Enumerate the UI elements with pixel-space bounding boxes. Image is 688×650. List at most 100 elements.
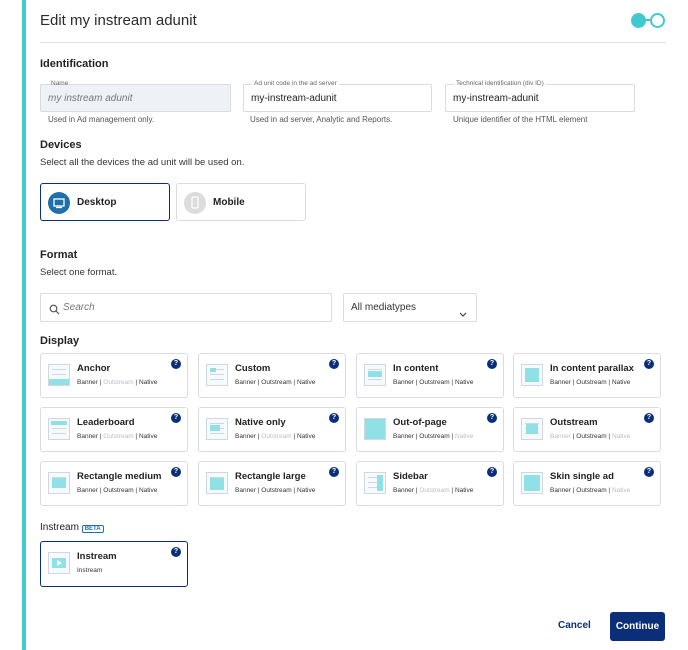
format-card-custom[interactable]: Custom Banner | Outstream | Native? <box>198 353 346 398</box>
mediatype-banner: Banner <box>550 487 571 494</box>
format-card-types: Banner | Outstream | Native <box>550 379 631 386</box>
mediatype-outstream: Outstream <box>576 487 607 494</box>
instream-heading-text: Instream <box>40 522 79 533</box>
toggle-switch[interactable] <box>631 12 667 28</box>
name-help: Used in Ad management only. <box>48 115 155 124</box>
dialog-title: Edit my instream adunit <box>40 12 197 29</box>
devices-subtitle: Select all the devices the ad unit will … <box>40 157 245 168</box>
ad-code-value: my-instream-adunit <box>251 93 337 104</box>
cancel-button[interactable]: Cancel <box>558 620 591 631</box>
instream-thumb-icon <box>48 552 70 574</box>
format-card-anchor[interactable]: Anchor Banner | Outstream | Native? <box>40 353 188 398</box>
device-mobile-button[interactable]: Mobile <box>176 183 306 221</box>
device-mobile-label: Mobile <box>213 197 245 208</box>
format-card-rectangle-medium[interactable]: Rectangle medium Banner | Outstream | Nat… <box>40 461 188 506</box>
accent-bar <box>22 0 26 650</box>
format-card-in-content-parallax[interactable]: In content parallax Banner | Outstream | … <box>513 353 661 398</box>
sidebar-thumb-icon <box>364 472 386 494</box>
continue-button[interactable]: Continue <box>610 612 665 641</box>
mediatype-outstream: Outstream <box>261 487 292 494</box>
mediatype-banner: Banner <box>393 487 414 494</box>
mediatype-banner: Banner <box>77 433 98 440</box>
format-card-name: Sidebar <box>393 471 428 482</box>
mediatype-select[interactable]: All mediatypes <box>343 293 477 322</box>
mobile-icon <box>184 192 206 214</box>
format-card-types: Banner | Outstream | Native <box>235 487 316 494</box>
format-card-types: Banner | Outstream | Native <box>235 379 316 386</box>
help-icon[interactable]: ? <box>644 467 654 477</box>
format-card-rectangle-large[interactable]: Rectangle large Banner | Outstream | Nati… <box>198 461 346 506</box>
format-card-types: Banner | Outstream | Native <box>393 379 474 386</box>
format-search-input[interactable]: Search <box>40 293 332 322</box>
search-placeholder: Search <box>63 302 95 313</box>
mediatype-native: Native <box>138 379 158 386</box>
display-heading: Display <box>40 335 80 347</box>
format-card-types: Banner | Outstream | Native <box>550 487 631 494</box>
toggle-dot-off <box>650 13 665 28</box>
device-desktop-label: Desktop <box>77 197 117 208</box>
devices-heading: Devices <box>40 139 82 151</box>
format-card-native-only[interactable]: Native only Banner | Outstream | Native? <box>198 407 346 452</box>
skin-single-ad-thumb-icon <box>521 472 543 494</box>
format-card-name: Native only <box>235 417 286 428</box>
format-card-instream[interactable]: Instream Instream ? <box>40 541 188 587</box>
mediatype-native: Native <box>296 487 316 494</box>
mediatype-native: Native <box>138 433 158 440</box>
mediatype-banner: Banner <box>393 433 414 440</box>
out-of-page-thumb-icon <box>364 418 386 440</box>
mediatype-native: Native <box>454 487 474 494</box>
outstream-thumb-icon <box>521 418 543 440</box>
mediatype-outstream: Outstream <box>261 379 292 386</box>
help-icon[interactable]: ? <box>171 467 181 477</box>
mediatype-outstream: Outstream <box>261 433 292 440</box>
format-card-name: Skin single ad <box>550 471 614 482</box>
format-card-sidebar[interactable]: Sidebar Banner | Outstream | Native? <box>356 461 504 506</box>
mediatype-banner: Banner <box>77 487 98 494</box>
mediatype-native: Native <box>454 433 474 440</box>
name-value: my instream adunit <box>48 93 133 104</box>
help-icon[interactable]: ? <box>644 359 654 369</box>
mediatype-outstream: Outstream <box>576 379 607 386</box>
format-card-name: Rectangle medium <box>77 471 162 482</box>
help-icon[interactable]: ? <box>171 359 181 369</box>
format-card-name: In content parallax <box>550 363 634 374</box>
rectangle-medium-thumb-icon <box>48 472 70 494</box>
format-card-types: Banner | Outstream | Native <box>77 433 158 440</box>
mediatype-select-value: All mediatypes <box>351 302 417 313</box>
help-icon[interactable]: ? <box>171 413 181 423</box>
format-card-name: Rectangle large <box>235 471 306 482</box>
help-icon[interactable]: ? <box>487 467 497 477</box>
format-subtitle: Select one format. <box>40 267 118 278</box>
format-card-out-of-page[interactable]: Out-of-page Banner | Outstream | Native? <box>356 407 504 452</box>
help-icon[interactable]: ? <box>329 359 339 369</box>
mediatype-native: Native <box>296 379 316 386</box>
divider <box>40 42 666 43</box>
ad-code-field[interactable]: Ad unit code in the ad server my-instrea… <box>243 80 432 112</box>
name-field: Name my instream adunit <box>40 80 231 112</box>
format-card-skin-single-ad[interactable]: Skin single ad Banner | Outstream | Nativ… <box>513 461 661 506</box>
help-icon[interactable]: ? <box>329 413 339 423</box>
mediatype-outstream: Outstream <box>103 487 134 494</box>
format-card-types: Banner | Outstream | Native <box>77 487 158 494</box>
help-icon[interactable]: ? <box>487 413 497 423</box>
mediatype-native: Native <box>611 433 631 440</box>
format-card-types: Banner | Outstream | Native <box>393 433 474 440</box>
format-card-outstream[interactable]: Outstream Banner | Outstream | Native? <box>513 407 661 452</box>
format-card-leaderboard[interactable]: Leaderboard Banner | Outstream | Native? <box>40 407 188 452</box>
format-card-in-content[interactable]: In content Banner | Outstream | Native? <box>356 353 504 398</box>
help-icon[interactable]: ? <box>171 547 181 557</box>
mediatype-banner: Banner <box>235 379 256 386</box>
rectangle-large-thumb-icon <box>206 472 228 494</box>
chevron-down-icon <box>459 305 467 323</box>
desktop-icon <box>48 192 70 214</box>
tech-id-field[interactable]: Technical identification (div ID) my-ins… <box>445 80 635 112</box>
mediatype-outstream: Outstream <box>419 487 450 494</box>
help-icon[interactable]: ? <box>487 359 497 369</box>
device-desktop-button[interactable]: Desktop <box>40 183 170 221</box>
in-content-parallax-thumb-icon <box>521 364 543 386</box>
mediatype-native: Native <box>296 433 316 440</box>
format-card-types: Banner | Outstream | Native <box>550 433 631 440</box>
format-card-name: Out-of-page <box>393 417 447 428</box>
help-icon[interactable]: ? <box>644 413 654 423</box>
help-icon[interactable]: ? <box>329 467 339 477</box>
